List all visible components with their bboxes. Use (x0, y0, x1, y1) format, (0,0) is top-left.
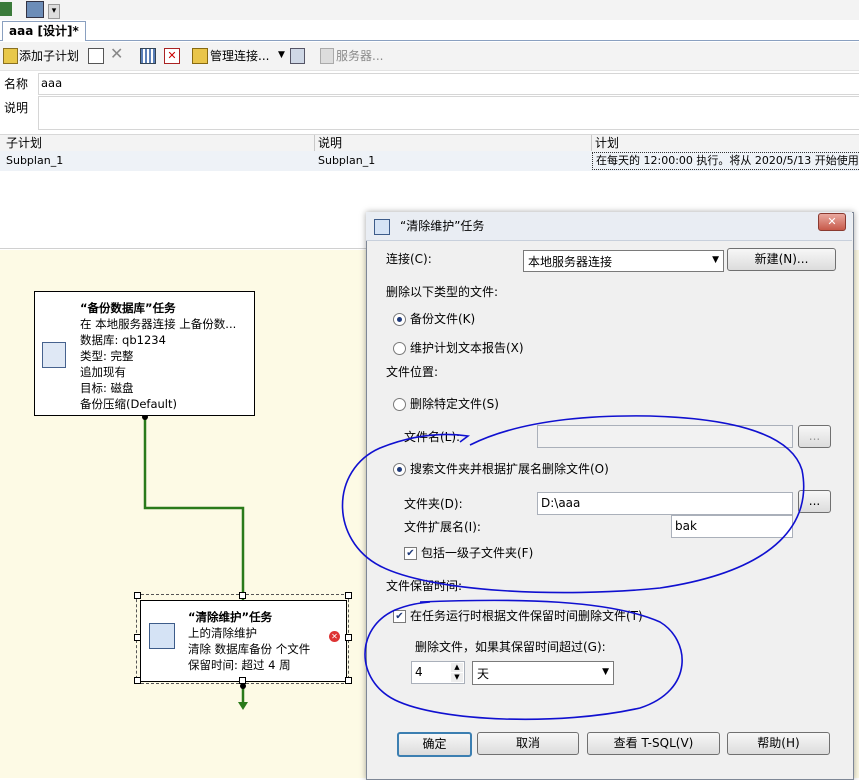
spin-down-icon[interactable]: ▼ (451, 673, 463, 682)
folder-input[interactable]: D:\aaa (537, 492, 793, 515)
grid-cell-schedule[interactable]: 在每天的 12:00:00 执行。将从 2020/5/13 开始使用 (592, 152, 859, 170)
connection-label: 连接(C): (386, 252, 432, 266)
radio-specific-file[interactable] (393, 398, 406, 411)
retention-unit-value: 天 (477, 667, 490, 681)
retention-number-value: 4 (415, 665, 423, 679)
filename-input[interactable] (537, 425, 793, 448)
filename-label: 文件名(L): (404, 430, 461, 444)
retention-checkbox[interactable]: ✔ (393, 610, 406, 623)
extension-label: 文件扩展名(I): (404, 520, 481, 534)
folder-value: D:\aaa (541, 496, 581, 510)
new-connection-button[interactable]: 新建(N)... (727, 248, 836, 271)
resize-handle[interactable] (134, 634, 141, 641)
resize-handle[interactable] (134, 592, 141, 599)
include-subfolders-checkbox[interactable]: ✔ (404, 547, 417, 560)
folder-label: 文件夹(D): (404, 497, 463, 511)
radio-report-files[interactable] (393, 342, 406, 355)
cancel-button[interactable]: 取消 (477, 732, 579, 755)
view-tsql-button[interactable]: 查看 T-SQL(V) (587, 732, 720, 755)
include-subfolders-label[interactable]: 包括一级子文件夹(F) (421, 545, 533, 561)
backup-task-line: 追加现有 (80, 365, 126, 379)
retention-unit-select[interactable]: 天 ▼ (472, 661, 614, 685)
radio-backup-files[interactable] (393, 313, 406, 326)
retention-number-input[interactable]: 4 ▲ ▼ (411, 661, 465, 684)
backup-task-line: 在 本地服务器连接 上备份数... (80, 317, 237, 331)
backup-task-line: 类型: 完整 (80, 349, 134, 363)
spin-up-icon[interactable]: ▲ (451, 663, 463, 672)
resize-handle[interactable] (134, 677, 141, 684)
backup-task-line: 数据库: qb1234 (80, 333, 166, 347)
backup-task-box[interactable]: “备份数据库”任务 在 本地服务器连接 上备份数... 数据库: qb1234 … (34, 291, 255, 416)
radio-specific-file-label[interactable]: 删除特定文件(S) (410, 396, 499, 412)
extension-input[interactable]: bak (671, 515, 793, 538)
chevron-down-icon: ▼ (602, 667, 609, 677)
browse-folder-button[interactable]: ... (798, 490, 831, 513)
browse-file-button[interactable]: ... (798, 425, 831, 448)
file-location-group-label: 文件位置: (386, 365, 439, 379)
selection-outline (136, 594, 349, 684)
resize-handle[interactable] (345, 592, 352, 599)
resize-handle[interactable] (239, 677, 246, 684)
dialog-icon (374, 219, 390, 235)
connection-value: 本地服务器连接 (528, 255, 613, 269)
resize-handle[interactable] (345, 634, 352, 641)
extension-value: bak (675, 519, 697, 533)
dialog-title: “清除维护”任务 (400, 219, 485, 233)
connection-select[interactable]: 本地服务器连接 ▼ (523, 250, 724, 272)
retention-sub-label: 删除文件，如果其保留时间超过(G): (415, 640, 606, 654)
resize-handle[interactable] (239, 592, 246, 599)
help-button[interactable]: 帮助(H) (727, 732, 830, 755)
backup-task-line: 备份压缩(Default) (80, 397, 177, 411)
file-type-group-label: 删除以下类型的文件: (386, 285, 499, 299)
radio-backup-files-label[interactable]: 备份文件(K) (410, 311, 475, 327)
radio-search-folder[interactable] (393, 463, 406, 476)
radio-report-files-label[interactable]: 维护计划文本报告(X) (410, 340, 524, 356)
backup-task-line: 目标: 磁盘 (80, 381, 134, 395)
chevron-down-icon: ▼ (712, 255, 719, 265)
ok-button[interactable]: 确定 (397, 732, 472, 757)
backup-task-title: “备份数据库”任务 (80, 301, 176, 315)
dialog-title-bar[interactable]: “清除维护”任务 ✕ (366, 212, 852, 241)
retention-group-label: 文件保留时间: (386, 579, 463, 593)
resize-handle[interactable] (345, 677, 352, 684)
retention-checkbox-label[interactable]: 在任务运行时根据文件保留时间删除文件(T) (410, 608, 643, 624)
close-button[interactable]: ✕ (818, 213, 846, 231)
backup-database-icon (42, 342, 66, 368)
grid-header-schedule[interactable]: 计划 (595, 135, 619, 151)
radio-search-folder-label[interactable]: 搜索文件夹并根据扩展名删除文件(O) (410, 461, 609, 477)
